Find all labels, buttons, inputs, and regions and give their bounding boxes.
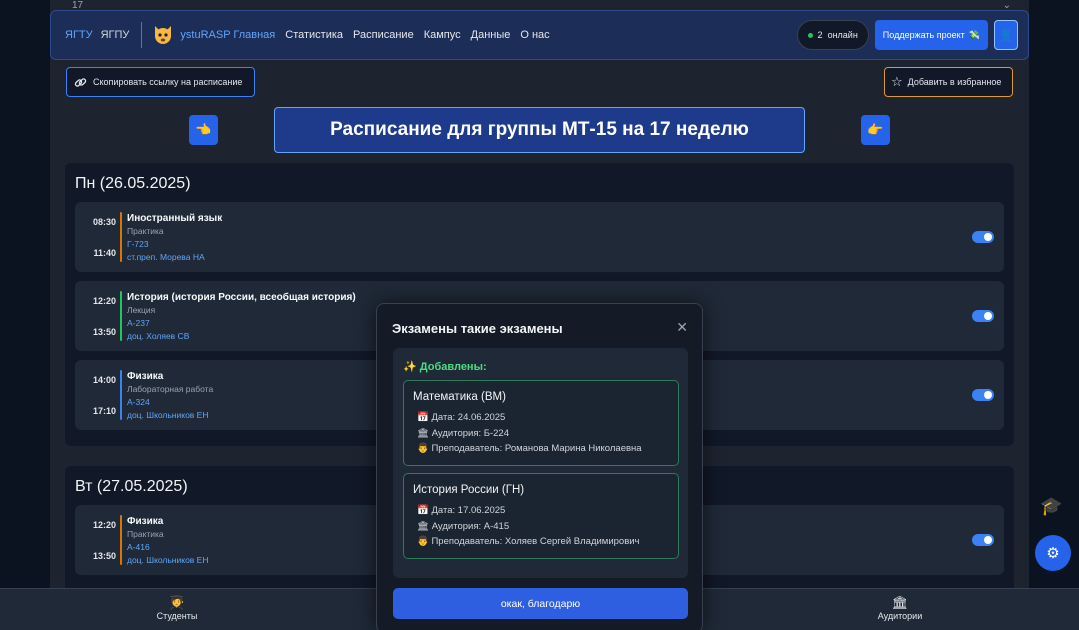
user-icon: 👤	[998, 28, 1014, 42]
lesson-info: Иностранный язык Практика Г-723 ст.преп.…	[122, 202, 222, 272]
exam-card: История России (ГН) 📅 Дата: 17.06.2025 🏛…	[403, 473, 679, 559]
favorite-label: Добавить в избранное	[907, 77, 1002, 87]
lesson-end: 17:10	[92, 406, 116, 416]
lesson-times: 12:20 13:50	[75, 505, 120, 575]
lesson-end: 13:50	[92, 551, 116, 561]
prev-week-button[interactable]: 👈	[189, 115, 218, 145]
nav-campus[interactable]: Кампус	[424, 29, 461, 41]
add-favorite-button[interactable]: ☆ Добавить в избранное	[884, 67, 1013, 97]
lesson-card: 08:30 11:40 Иностранный язык Практика Г-…	[75, 202, 1004, 272]
exam-room: 🏛 Аудитория: Б-224	[417, 427, 510, 439]
lesson-start: 08:30	[92, 217, 116, 227]
lesson-end: 11:40	[93, 248, 116, 258]
lesson-type: Практика	[127, 529, 164, 539]
exam-name: Математика (ВМ)	[413, 391, 506, 403]
copy-link-button[interactable]: Скопировать ссылку на расписание	[66, 67, 255, 97]
user-button[interactable]: 👤	[994, 20, 1018, 50]
star-icon: ☆	[891, 74, 903, 89]
bottom-nav-students[interactable]: 🧑‍🎓 Студенты	[137, 595, 217, 621]
lesson-times: 14:00 17:10	[75, 360, 120, 430]
online-label: онлайн	[827, 30, 858, 40]
nav-link-ystu[interactable]: ЯГТУ	[65, 29, 93, 41]
exam-date: 📅 Дата: 24.06.2025	[417, 412, 506, 423]
lesson-teacher-link[interactable]: доц. Холяев СВ	[127, 330, 356, 343]
exam-teacher: 👨 Преподаватель: Холяев Сергей Владимиро…	[417, 536, 640, 547]
lesson-teacher-link[interactable]: доц. Школьников ЕН	[127, 554, 208, 567]
online-badge: 2 онлайн	[796, 20, 869, 50]
modal-title: Экзамены такие экзамены	[392, 321, 563, 336]
lesson-info: Физика Лабораторная работа А-324 доц. Шк…	[122, 360, 213, 430]
lesson-start: 12:20	[92, 296, 116, 306]
support-label: Поддержать проект	[882, 30, 965, 40]
nav-schedule[interactable]: Расписание	[353, 29, 414, 41]
lesson-name: Иностранный язык	[127, 213, 223, 224]
lesson-teacher-link[interactable]: ст.преп. Морева НА	[127, 251, 222, 264]
settings-button[interactable]: ⚙	[1035, 535, 1071, 571]
money-with-wings-icon: 💸	[968, 29, 980, 40]
lesson-name: Физика	[127, 371, 164, 382]
nav-about[interactable]: О нас	[520, 29, 549, 41]
exam-card: Математика (ВМ) 📅 Дата: 24.06.2025 🏛 Ауд…	[403, 380, 679, 466]
lesson-toggle[interactable]	[972, 231, 994, 243]
lesson-times: 12:20 13:50	[75, 281, 120, 351]
lesson-toggle[interactable]	[972, 389, 994, 401]
bottom-nav-rooms[interactable]: 🏛 Аудитории	[860, 595, 940, 621]
lesson-info: Физика Практика А-416 доц. Школьников ЕН	[122, 505, 208, 575]
lesson-info: История (история России, всеобщая истори…	[122, 281, 356, 351]
lesson-room-link[interactable]: А-237	[127, 317, 356, 330]
online-dot-icon	[807, 32, 813, 38]
lesson-toggle[interactable]	[972, 310, 994, 322]
nav-statistics[interactable]: Статистика	[285, 29, 343, 41]
top-header: ЯГТУ ЯГПУ ystuRASP Главная Статистика Ра…	[50, 10, 1029, 60]
pointing-right-icon: 👉	[867, 122, 884, 137]
modal-body: ✨ Добавлены: Математика (ВМ) 📅 Дата: 24.…	[393, 348, 688, 578]
lesson-name: История (история России, всеобщая истори…	[127, 292, 356, 303]
cat-logo-icon[interactable]	[152, 24, 174, 46]
nav-link-yspu[interactable]: ЯГПУ	[101, 29, 130, 41]
page-title: Расписание для группы МТ-15 на 17 неделю	[274, 107, 805, 153]
support-project-button[interactable]: Поддержать проект 💸	[874, 20, 988, 50]
close-icon[interactable]: ✕	[676, 319, 688, 336]
link-icon	[74, 77, 87, 87]
header-right: 2 онлайн Поддержать проект 💸 👤	[796, 20, 1018, 50]
lesson-room-link[interactable]: А-324	[127, 396, 213, 409]
exams-modal: Экзамены такие экзамены ✕ ✨ Добавлены: М…	[376, 303, 703, 630]
day-title: Пн (26.05.2025)	[75, 175, 191, 192]
added-label: ✨ Добавлены:	[403, 361, 487, 373]
exam-name: История России (ГН)	[413, 484, 525, 496]
lesson-room-link[interactable]: Г-723	[127, 238, 222, 251]
nav-data[interactable]: Данные	[471, 29, 511, 41]
lesson-teacher-link[interactable]: доц. Школьников ЕН	[127, 409, 213, 422]
lesson-start: 12:20	[92, 520, 116, 530]
rooms-label: Аудитории	[877, 611, 923, 621]
next-week-button[interactable]: 👉	[861, 115, 890, 145]
gear-icon: ⚙	[1046, 545, 1060, 562]
header-divider	[141, 22, 143, 48]
lesson-toggle[interactable]	[972, 534, 994, 546]
classical-building-icon: 🏛	[891, 595, 909, 610]
lesson-start: 14:00	[92, 375, 116, 385]
ok-button[interactable]: окак, благодарю	[393, 588, 688, 619]
brand-home-link[interactable]: ystuRASP Главная	[180, 29, 275, 41]
lesson-type: Практика	[127, 226, 164, 236]
pointing-left-icon: 👈	[195, 122, 212, 137]
lesson-room-link[interactable]: А-416	[127, 541, 208, 554]
copy-link-label: Скопировать ссылку на расписание	[93, 77, 243, 87]
lesson-end: 13:50	[92, 327, 116, 337]
lesson-type: Лабораторная работа	[127, 384, 214, 394]
exam-teacher: 👨 Преподаватель: Романова Марина Николае…	[417, 443, 642, 454]
student-icon: 🧑‍🎓	[168, 595, 186, 610]
exam-room: 🏛 Аудитория: А-415	[417, 520, 510, 532]
exam-date: 📅 Дата: 17.06.2025	[417, 505, 506, 516]
lesson-type: Лекция	[127, 305, 156, 315]
students-label: Студенты	[156, 611, 198, 621]
online-count: 2	[817, 30, 823, 40]
graduation-cap-icon[interactable]: 🎓	[1040, 496, 1062, 517]
lesson-times: 08:30 11:40	[75, 202, 120, 272]
lesson-name: Физика	[127, 516, 164, 527]
